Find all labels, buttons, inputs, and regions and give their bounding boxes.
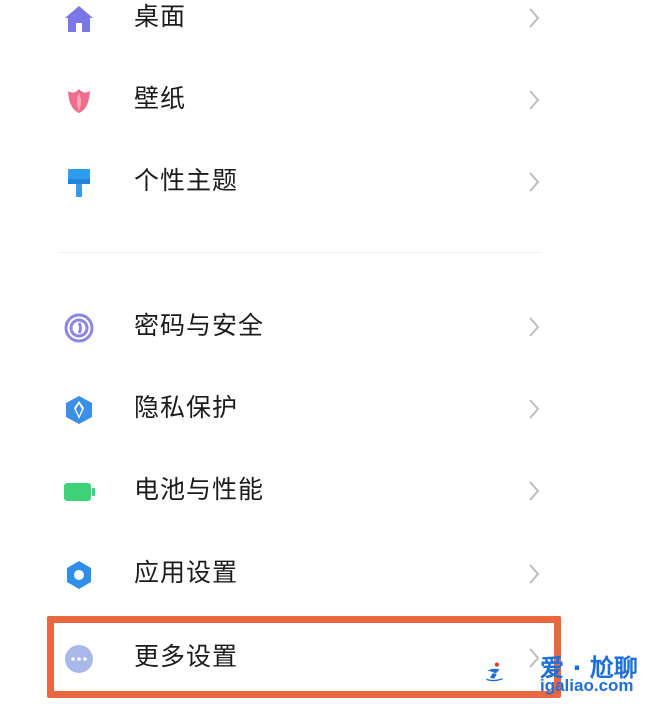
watermark-url: igaliao.com [540, 676, 634, 695]
settings-item-privacy[interactable]: 隐私保护 [0, 367, 647, 449]
gear-icon [67, 561, 91, 589]
settings-item-wallpaper[interactable]: 壁纸 [0, 58, 647, 140]
highlight-box [47, 616, 561, 698]
chevron-right-icon [529, 90, 540, 110]
settings-item-app-settings[interactable]: 应用设置 [0, 532, 647, 614]
chevron-right-icon [529, 317, 540, 337]
settings-item-label: 密码与安全 [134, 311, 265, 340]
fingerprint-icon [64, 313, 94, 343]
settings-item-label: 隐私保护 [134, 393, 239, 422]
watermark-logo-icon [486, 662, 503, 682]
chevron-right-icon [529, 564, 540, 584]
settings-item-label: 应用设置 [134, 558, 239, 587]
settings-item-label: 桌面 [134, 2, 187, 31]
settings-item-desktop[interactable]: 桌面 [0, 0, 647, 58]
tulip-icon [68, 89, 90, 113]
chevron-right-icon [529, 8, 540, 28]
settings-item-battery[interactable]: 电池与性能 [0, 449, 647, 531]
paint-brush-icon [68, 169, 90, 197]
settings-item-label: 电池与性能 [134, 475, 265, 504]
chevron-right-icon [529, 399, 540, 419]
battery-icon [64, 483, 95, 501]
shield-icon [66, 396, 92, 424]
section-divider [60, 252, 540, 253]
settings-item-label: 个性主题 [134, 166, 239, 195]
settings-item-themes[interactable]: 个性主题 [0, 140, 647, 222]
settings-item-password-security[interactable]: 密码与安全 [0, 285, 647, 367]
chevron-right-icon [529, 172, 540, 192]
home-icon [65, 6, 93, 32]
chevron-right-icon [529, 481, 540, 501]
settings-item-label: 壁纸 [134, 84, 187, 113]
